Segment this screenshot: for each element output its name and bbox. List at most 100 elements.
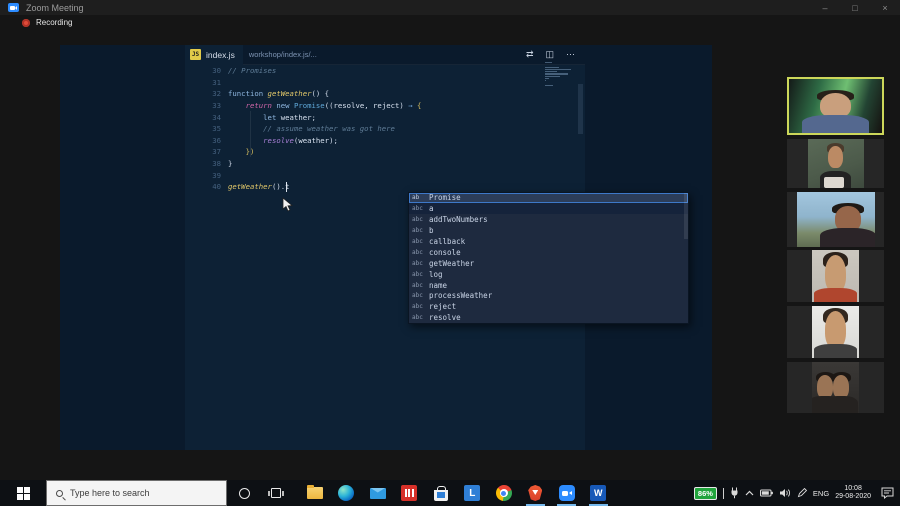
suggest-item-label: name [429, 280, 448, 290]
token-cmt: // Promises [228, 66, 277, 76]
suggest-item-label: reject [429, 302, 457, 312]
taskbar-app-store[interactable] [425, 480, 457, 506]
person-silhouette [789, 79, 882, 133]
open-changes-icon[interactable]: ⇄ [526, 50, 534, 59]
suggest-item-callback[interactable]: abc callback [409, 236, 688, 247]
participant-thumbnail-5[interactable] [787, 306, 884, 358]
taskbar-app-zoom[interactable] [551, 480, 583, 506]
hidden-icons-chevron[interactable] [745, 490, 754, 497]
taskbar-app-mail[interactable] [362, 480, 394, 506]
pen-workspace-icon[interactable] [797, 488, 807, 498]
line-number: 36 [212, 135, 221, 145]
code-editor-surface[interactable]: 30// Promises 31 32 function getWeather() {… [185, 65, 585, 193]
taskbar-app-word[interactable]: W [583, 480, 615, 506]
word-suggestion-icon: abc [412, 227, 423, 235]
close-button[interactable]: × [870, 0, 900, 15]
clock-time: 10:08 [844, 484, 862, 492]
usb-plug-icon[interactable] [730, 487, 739, 499]
code-text: // assume weather was got here [221, 124, 395, 133]
suggest-item-b[interactable]: abc b [409, 225, 688, 236]
taskbar-app-chrome[interactable] [488, 480, 520, 506]
minimap[interactable] [545, 62, 578, 87]
suggest-item-a[interactable]: abc a [409, 203, 688, 215]
line-number: 30 [212, 66, 221, 76]
split-editor-icon[interactable]: ◫ [545, 50, 554, 59]
participant-thumbnail-1[interactable] [787, 77, 884, 135]
minimap-line [545, 62, 552, 64]
taskbar-app-redbars[interactable] [394, 480, 426, 506]
suggest-item-label: console [429, 247, 461, 257]
search-placeholder: Type here to search [70, 488, 150, 498]
word-suggestion-icon: abc [412, 303, 423, 311]
participant-video [789, 79, 882, 133]
suggest-item-console[interactable]: abc console [409, 247, 688, 258]
zoom-app-icon [8, 3, 19, 12]
edge-icon [338, 485, 355, 501]
task-view-button[interactable] [261, 480, 291, 506]
taskbar-search[interactable]: Type here to search [46, 480, 227, 506]
suggest-item-getWeather[interactable]: abc getWeather [409, 258, 688, 269]
suggest-item-Promise[interactable]: ab Promise [409, 192, 688, 204]
volume-icon[interactable] [779, 488, 791, 498]
head [824, 311, 847, 349]
code-line: 30 // Promises [185, 65, 585, 77]
word-suggestion-icon: abc [412, 248, 423, 256]
line-number: 37 [212, 147, 221, 157]
minimize-button[interactable]: – [810, 0, 840, 15]
participant-thumbnail-4[interactable] [787, 250, 884, 302]
zoom-window-titlebar: Zoom Meeting – □ × [0, 0, 900, 15]
participant-video [796, 192, 875, 247]
suggest-item-resolve[interactable]: abc resolve [409, 312, 688, 323]
person-silhouette [812, 250, 859, 302]
start-button[interactable] [0, 480, 46, 506]
word-suggestion-icon: abc [412, 270, 423, 278]
token-kw: function [228, 89, 268, 99]
participant-thumbnail-3[interactable] [787, 192, 884, 247]
editor-scrollbar[interactable] [578, 84, 583, 134]
vscode-editor-pane[interactable]: JS index.js workshop/index.js/... ⇄ ◫ ⋯ 30… [185, 44, 689, 450]
tab-index-js[interactable]: JS index.js [185, 44, 243, 65]
person-silhouette [812, 362, 859, 413]
suggest-item-name[interactable]: abc name [409, 280, 688, 291]
taskbar-app-explorer[interactable] [299, 480, 331, 506]
participant-thumbnail-6[interactable] [787, 362, 884, 413]
suggest-item-processWeather[interactable]: abc processWeather [409, 291, 688, 302]
token-pl: () { [311, 89, 330, 99]
editor-tabbar: JS index.js workshop/index.js/... ⇄ ◫ ⋯ [185, 44, 585, 65]
clock[interactable]: 10:08 29-08-2020 [835, 485, 871, 502]
action-center-button[interactable] [881, 487, 894, 499]
word-suggestion-icon: abc [412, 292, 423, 300]
recording-dot-icon [22, 18, 30, 27]
breadcrumb[interactable]: workshop/index.js/... [249, 50, 317, 59]
torso [814, 288, 857, 302]
suggest-item-addTwoNumbers[interactable]: abc addTwoNumbers [409, 214, 688, 225]
taskbar-app-edge[interactable] [331, 480, 363, 506]
code-text: return new Promise((resolve, reject) ⇒ { [221, 101, 422, 111]
code-line: 34 let weather; [185, 111, 585, 123]
battery-icon[interactable] [759, 489, 773, 497]
code-line: 31 [185, 77, 585, 89]
language-indicator[interactable]: ENG [813, 489, 829, 498]
minimap-line [545, 73, 568, 75]
code-line: 33 return new Promise((resolve, reject) … [185, 100, 585, 112]
taskbar-app-lapp[interactable]: L [457, 480, 489, 506]
taskbar-app-brave[interactable] [520, 480, 552, 506]
task-view-icon [268, 488, 284, 498]
maximize-button[interactable]: □ [840, 0, 870, 15]
autocomplete-scrollbar[interactable] [684, 192, 688, 239]
suggest-item-label: addTwoNumbers [429, 215, 488, 225]
participant-thumbnail-2[interactable] [787, 139, 884, 188]
token-pur: resolve [263, 135, 294, 145]
suggest-item-label: log [429, 269, 443, 279]
tray-separator [722, 487, 724, 499]
suggest-item-reject[interactable]: abc reject [409, 301, 688, 312]
suggest-item-log[interactable]: abc log [409, 269, 688, 280]
token-pl: } [228, 159, 233, 169]
battery-percent-badge[interactable]: 86% [693, 486, 717, 500]
token-pl: ) [399, 101, 409, 111]
more-actions-icon[interactable]: ⋯ [566, 50, 575, 59]
suggest-item-label: callback [429, 237, 466, 246]
word-icon: W [590, 485, 607, 501]
cortana-button[interactable] [227, 480, 261, 506]
